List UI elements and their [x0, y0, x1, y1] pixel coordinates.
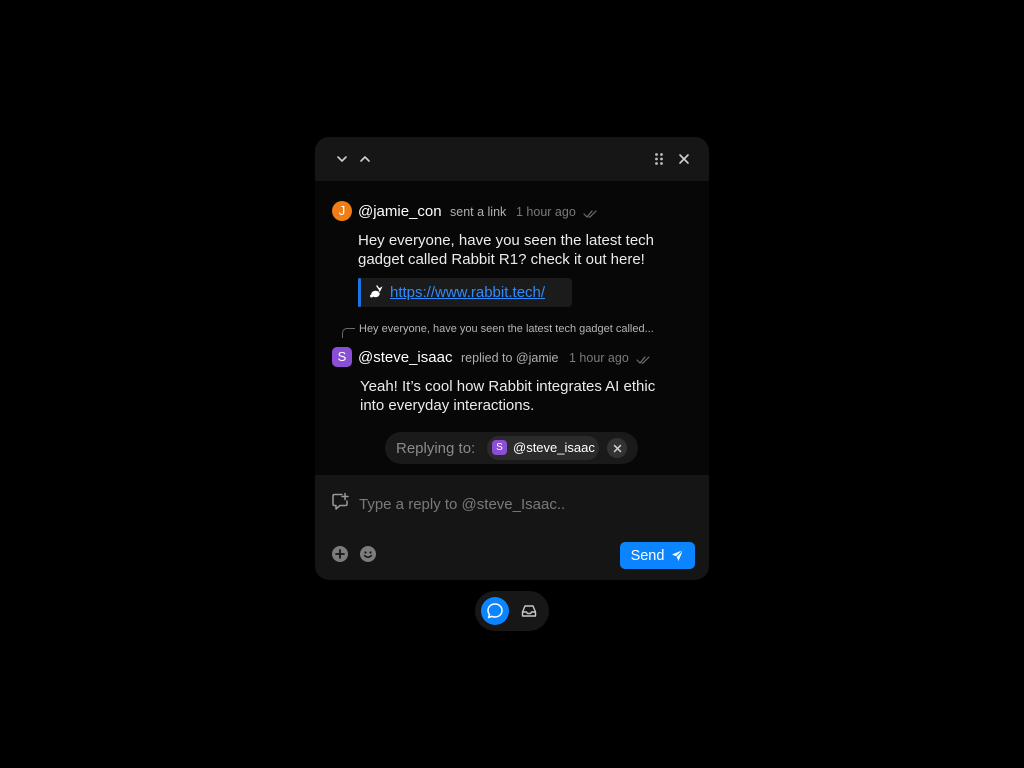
avatar-letter: S: [337, 349, 347, 364]
send-label: Send: [630, 547, 665, 564]
inbox-icon: [521, 605, 537, 617]
chevron-up-icon[interactable]: [356, 150, 374, 168]
add-comment-icon[interactable]: [330, 492, 350, 512]
chat-tab[interactable]: [481, 597, 509, 625]
message-body: Yeah! It’s cool how Rabbit integrates AI…: [360, 377, 655, 415]
chat-panel: J @jamie_con sent a link 1 hour ago Hey …: [315, 137, 709, 580]
message-timestamp: 1 hour ago: [569, 351, 629, 365]
quoted-message[interactable]: Hey everyone, have you seen the latest t…: [359, 323, 654, 335]
rabbit-icon: [369, 285, 383, 304]
message-timestamp: 1 hour ago: [516, 205, 576, 219]
emoji-icon[interactable]: [359, 545, 377, 563]
link-url[interactable]: https://www.rabbit.tech/: [390, 284, 545, 301]
message-username[interactable]: @jamie_con: [358, 203, 442, 220]
panel-header: [315, 137, 709, 181]
message-action: replied to @jamie: [461, 351, 559, 365]
link-accent-bar: [358, 278, 361, 307]
reply-connector: [342, 328, 355, 338]
avatar[interactable]: S: [332, 347, 352, 367]
reply-target-chip[interactable]: S @steve_isaac: [487, 436, 599, 460]
avatar[interactable]: J: [332, 201, 352, 221]
message-line: Yeah! It’s cool how Rabbit integrates AI…: [360, 378, 656, 395]
reply-target-username: @steve_isaac: [513, 440, 595, 455]
link-preview[interactable]: https://www.rabbit.tech/: [358, 278, 572, 307]
message-body: Hey everyone, have you seen the latest t…: [358, 231, 654, 269]
replying-to-label: Replying to:: [396, 440, 476, 457]
read-receipt-icon: [636, 352, 651, 370]
inbox-tab[interactable]: [515, 597, 543, 625]
close-icon: [613, 444, 621, 452]
avatar-letter: J: [338, 203, 346, 218]
view-switcher: [475, 591, 549, 631]
message-line: into everyday interactions.: [360, 397, 535, 414]
send-button[interactable]: Send: [620, 542, 695, 569]
message-action: sent a link: [450, 205, 507, 219]
avatar: S: [492, 440, 507, 455]
message-line: Hey everyone, have you seen the latest t…: [358, 232, 655, 249]
reply-input[interactable]: [359, 492, 689, 516]
avatar-letter: S: [496, 442, 503, 453]
message-username[interactable]: @steve_isaac: [358, 349, 452, 366]
send-icon: [672, 549, 684, 561]
replying-to-bar: Replying to: S @steve_isaac: [385, 432, 638, 464]
read-receipt-icon: [583, 206, 598, 224]
reply-composer: Send: [315, 475, 709, 580]
message-line: gadget called Rabbit R1? check it out he…: [358, 251, 645, 268]
drag-handle-icon[interactable]: [650, 150, 668, 168]
clear-reply-button[interactable]: [607, 438, 627, 458]
chevron-down-icon[interactable]: [333, 150, 351, 168]
add-icon[interactable]: [331, 545, 349, 563]
close-icon[interactable]: [675, 150, 693, 168]
chat-bubble-icon: [487, 603, 503, 619]
